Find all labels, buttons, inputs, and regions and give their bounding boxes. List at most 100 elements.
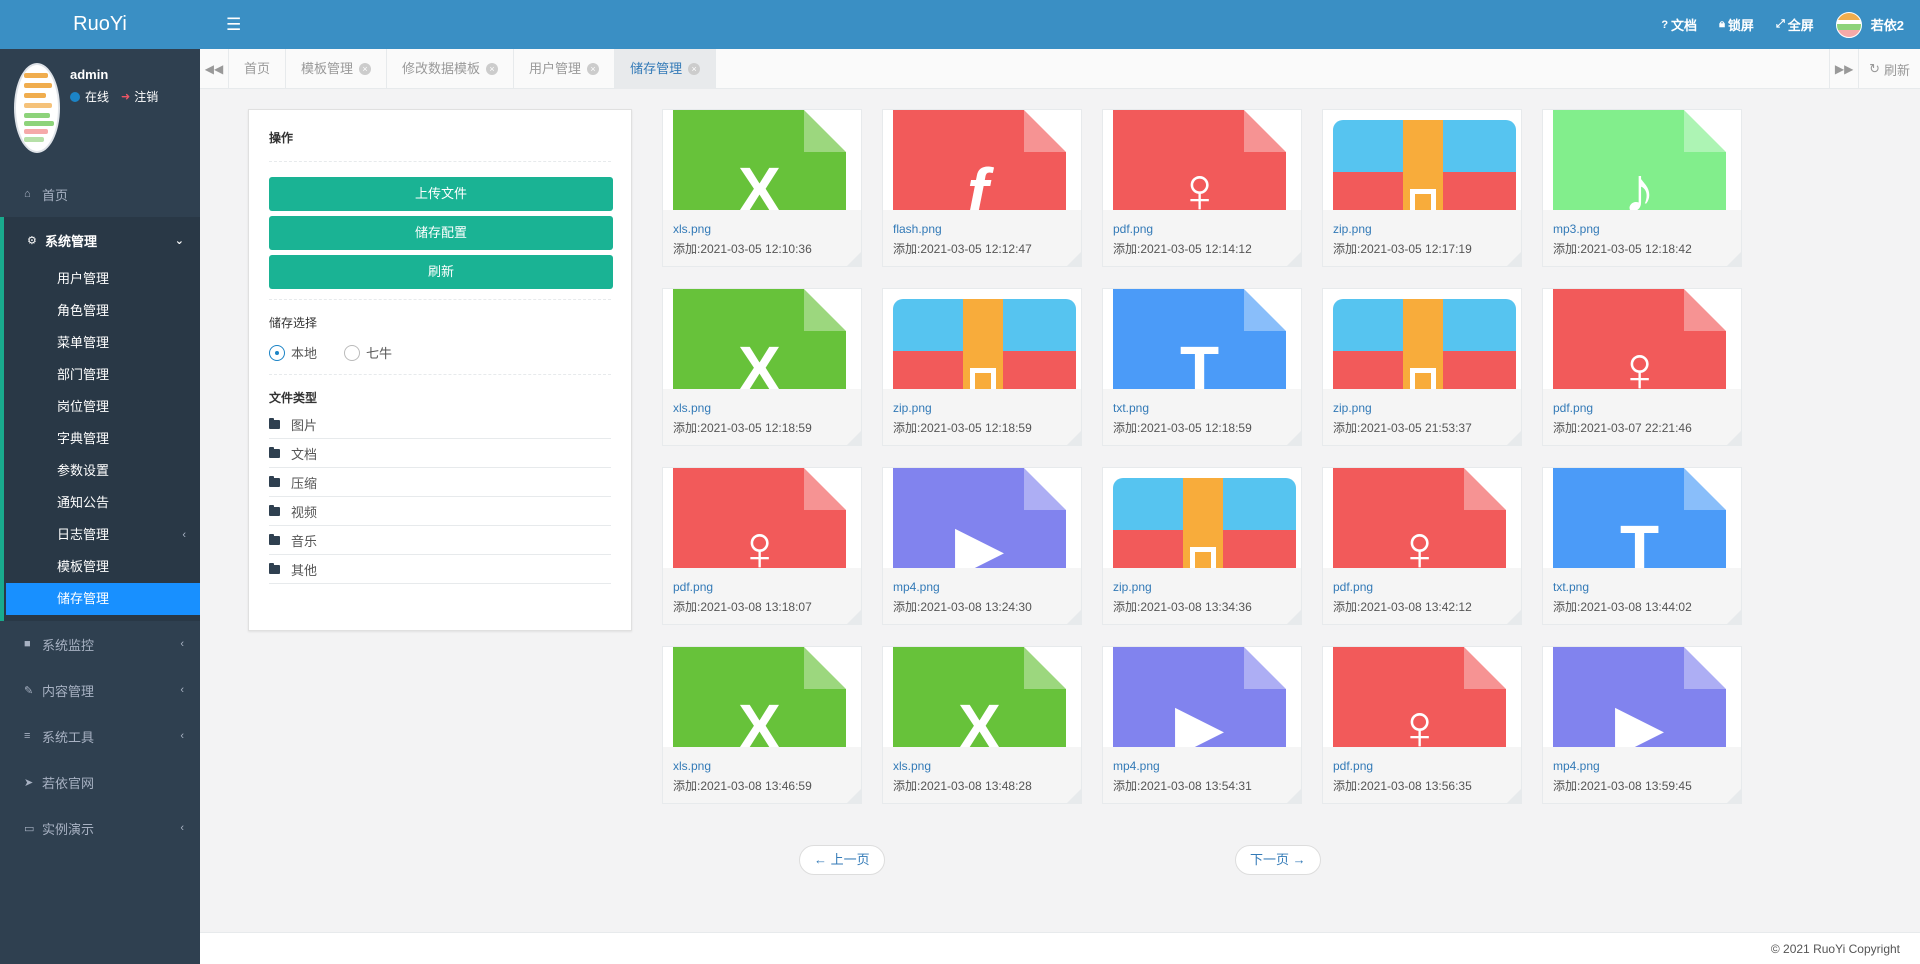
file-name-link[interactable]: zip.png [893, 401, 932, 415]
sidebar-item-users[interactable]: 用户管理 [4, 263, 200, 295]
file-name-link[interactable]: txt.png [1553, 580, 1589, 594]
file-card[interactable]: Xxls.png 添加:2021-03-05 12:10:36 [662, 109, 862, 267]
xls-file-icon[interactable]: X [663, 647, 861, 747]
file-card[interactable]: ƒ flash.png 添加:2021-03-05 12:12:47 [882, 109, 1082, 267]
file-card[interactable]: ♀ pdf.png 添加:2021-03-08 13:56:35 [1322, 646, 1522, 804]
file-card[interactable]: ▶ mp4.png 添加:2021-03-08 13:54:31 [1102, 646, 1302, 804]
zip-file-icon[interactable] [1103, 468, 1301, 568]
file-card[interactable]: Xxls.png 添加:2021-03-05 12:18:59 [662, 288, 862, 446]
avatar[interactable] [14, 63, 60, 153]
zip-file-icon[interactable] [1323, 289, 1521, 389]
sidebar-item-roles[interactable]: 角色管理 [4, 295, 200, 327]
app-logo[interactable]: RuoYi [0, 0, 200, 49]
sidebar-item-storage[interactable]: 储存管理 [6, 583, 200, 615]
mp4-file-icon[interactable]: ▶ [883, 468, 1081, 568]
next-page-button[interactable]: 下一页 → [1235, 845, 1321, 875]
lock-screen-link[interactable]: 🔒︎ 锁屏 [1719, 15, 1754, 34]
file-card[interactable]: zip.png 添加:2021-03-08 13:34:36 [1102, 467, 1302, 625]
file-name-link[interactable]: pdf.png [673, 580, 713, 594]
filetype-item-video[interactable]: 视频 [269, 497, 611, 526]
sidebar-item-posts[interactable]: 岗位管理 [4, 391, 200, 423]
tabs-scroll-left-button[interactable]: ◀◀ [200, 49, 229, 89]
close-icon[interactable]: × [486, 63, 499, 75]
fullscreen-link[interactable]: ⤢ 全屏 [1776, 15, 1814, 34]
file-card[interactable]: zip.png 添加:2021-03-05 12:17:19 [1322, 109, 1522, 267]
zip-file-icon[interactable] [1323, 110, 1521, 210]
file-name-link[interactable]: xls.png [673, 401, 711, 415]
storage-radio-local[interactable] [269, 344, 285, 361]
sidebar-item-templates[interactable]: 模板管理 [4, 551, 200, 583]
close-icon[interactable]: × [587, 63, 600, 75]
storage-radio-qiniu[interactable] [344, 344, 361, 361]
mp3-file-icon[interactable]: ♪ [1543, 110, 1741, 210]
upload-file-button[interactable]: 上传文件 [269, 177, 613, 211]
txt-file-icon[interactable]: T [1543, 468, 1741, 568]
nav-item-home[interactable]: ⌂ 首页 [0, 171, 200, 217]
tab-templates[interactable]: 模板管理 × [286, 49, 388, 89]
file-card[interactable]: ♀ pdf.png 添加:2021-03-08 13:42:12 [1322, 467, 1522, 625]
logout-icon[interactable]: ➜ [121, 90, 130, 103]
tab-edit-template[interactable]: 修改数据模板 × [387, 49, 515, 89]
pdf-file-icon[interactable]: ♀ [1323, 647, 1521, 747]
nav-item-demo[interactable]: ▭ 实例演示 ‹ [0, 805, 200, 851]
filetype-item-other[interactable]: 其他 [269, 555, 611, 584]
sidebar-item-dict[interactable]: 字典管理 [4, 423, 200, 455]
tab-storage[interactable]: 储存管理 × [615, 49, 717, 89]
nav-item-tools[interactable]: ≡ 系统工具 ‹ [0, 713, 200, 759]
file-name-link[interactable]: mp4.png [893, 580, 940, 594]
file-card[interactable]: ♀ pdf.png 添加:2021-03-05 12:14:12 [1102, 109, 1302, 267]
tabs-scroll-right-button[interactable]: ▶▶ [1829, 49, 1858, 89]
file-name-link[interactable]: txt.png [1113, 401, 1149, 415]
close-icon[interactable]: × [359, 63, 372, 75]
file-name-link[interactable]: zip.png [1333, 401, 1372, 415]
file-card[interactable]: Ttxt.png 添加:2021-03-05 12:18:59 [1102, 288, 1302, 446]
logout-link[interactable]: 注销 [134, 88, 158, 105]
txt-file-icon[interactable]: T [1103, 289, 1301, 389]
docs-link[interactable]: ? 文档 [1661, 15, 1697, 34]
user-menu[interactable]: 若依2 [1835, 11, 1904, 38]
pdf-file-icon[interactable]: ♀ [1323, 468, 1521, 568]
file-name-link[interactable]: pdf.png [1333, 580, 1373, 594]
sidebar-item-config[interactable]: 参数设置 [4, 455, 200, 487]
nav-item-content[interactable]: ✎ 内容管理 ‹ [0, 667, 200, 713]
file-name-link[interactable]: zip.png [1113, 580, 1152, 594]
prev-page-button[interactable]: ← 上一页 [799, 845, 885, 875]
menu-toggle-icon[interactable]: ☰ [226, 15, 241, 35]
file-name-link[interactable]: mp4.png [1113, 759, 1160, 773]
file-name-link[interactable]: flash.png [893, 222, 942, 236]
refresh-button[interactable]: 刷新 [269, 255, 613, 289]
sidebar-item-depts[interactable]: 部门管理 [4, 359, 200, 391]
file-card[interactable]: ♀ pdf.png 添加:2021-03-07 22:21:46 [1542, 288, 1742, 446]
file-card[interactable]: zip.png 添加:2021-03-05 12:18:59 [882, 288, 1082, 446]
nav-item-monitor[interactable]: ■ 系统监控 ‹ [0, 621, 200, 667]
file-name-link[interactable]: zip.png [1333, 222, 1372, 236]
refresh-tab-button[interactable]: ↻ 刷新 [1858, 49, 1920, 89]
pdf-file-icon[interactable]: ♀ [1543, 289, 1741, 389]
flash-file-icon[interactable]: ƒ [883, 110, 1081, 210]
file-name-link[interactable]: xls.png [673, 759, 711, 773]
storage-config-button[interactable]: 储存配置 [269, 216, 613, 250]
tab-users[interactable]: 用户管理 × [514, 49, 616, 89]
file-name-link[interactable]: pdf.png [1553, 401, 1593, 415]
sidebar-item-menus[interactable]: 菜单管理 [4, 327, 200, 359]
xls-file-icon[interactable]: X [663, 110, 861, 210]
nav-item-system[interactable]: ⚙ 系统管理 ⌄ [4, 217, 200, 263]
mp4-file-icon[interactable]: ▶ [1103, 647, 1301, 747]
file-name-link[interactable]: pdf.png [1113, 222, 1153, 236]
file-card[interactable]: ▶ mp4.png 添加:2021-03-08 13:24:30 [882, 467, 1082, 625]
sidebar-item-logs[interactable]: 日志管理 ‹ [4, 519, 200, 551]
nav-item-website[interactable]: ➤ 若依官网 [0, 759, 200, 805]
file-card[interactable]: Xxls.png 添加:2021-03-08 13:48:28 [882, 646, 1082, 804]
pdf-file-icon[interactable]: ♀ [1103, 110, 1301, 210]
filetype-item-images[interactable]: 图片 [269, 410, 611, 439]
file-name-link[interactable]: mp3.png [1553, 222, 1600, 236]
pdf-file-icon[interactable]: ♀ [663, 468, 861, 568]
filetype-item-docs[interactable]: 文档 [269, 439, 611, 468]
mp4-file-icon[interactable]: ▶ [1543, 647, 1741, 747]
file-card[interactable]: ♀ pdf.png 添加:2021-03-08 13:18:07 [662, 467, 862, 625]
xls-file-icon[interactable]: X [663, 289, 861, 389]
xls-file-icon[interactable]: X [883, 647, 1081, 747]
file-card[interactable]: ♪ mp3.png 添加:2021-03-05 12:18:42 [1542, 109, 1742, 267]
zip-file-icon[interactable] [883, 289, 1081, 389]
tab-home[interactable]: 首页 [229, 49, 287, 89]
